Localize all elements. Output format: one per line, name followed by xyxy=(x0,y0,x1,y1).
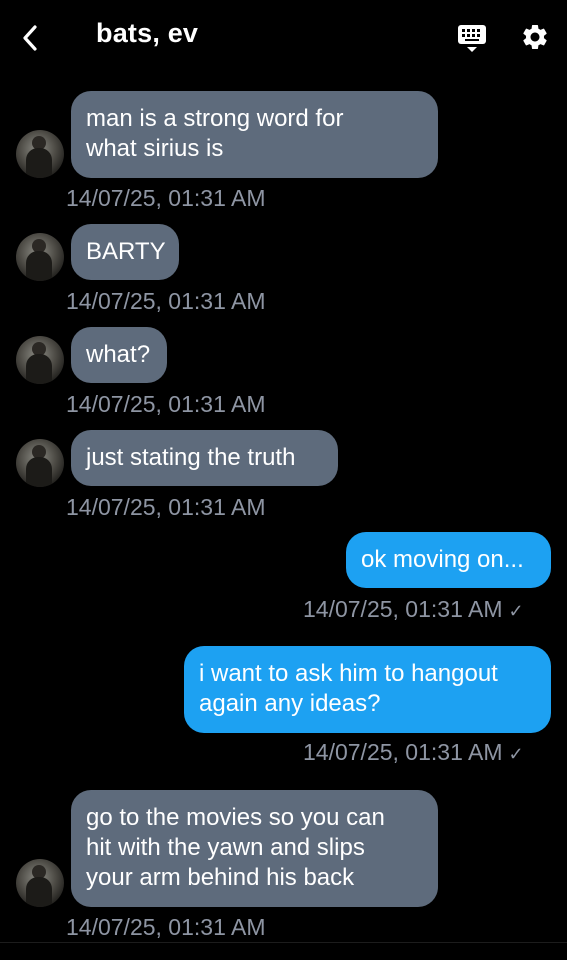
message-timestamp: 14/07/25, 01:31 AM xyxy=(66,185,266,211)
message-bubble[interactable]: what? xyxy=(71,327,167,383)
timestamp-text: 14/07/25, 01:31 AM xyxy=(303,596,503,622)
message-timestamp: 14/07/25, 01:31 AM xyxy=(66,391,266,417)
keyboard-button[interactable] xyxy=(456,22,488,54)
settings-button[interactable] xyxy=(520,22,550,52)
divider xyxy=(0,942,567,943)
message-bubble[interactable]: i want to ask him to hangout again any i… xyxy=(184,646,551,733)
message-bubble[interactable]: just stating the truth xyxy=(71,430,338,486)
delivered-check-icon: ✓ xyxy=(508,744,524,764)
avatar[interactable] xyxy=(16,336,64,384)
message-timestamp: 14/07/25, 01:31 AM xyxy=(66,494,266,520)
message-bubble[interactable]: ok moving on... xyxy=(346,532,551,588)
avatar[interactable] xyxy=(16,130,64,178)
chat-header: bats, ev xyxy=(0,0,567,76)
message-bubble[interactable]: man is a strong word for what sirius is xyxy=(71,91,438,178)
message-timestamp: 14/07/25, 01:31 AM xyxy=(66,288,266,314)
avatar[interactable] xyxy=(16,233,64,281)
message-timestamp: 14/07/25, 01:31 AM ✓ xyxy=(303,739,524,766)
keyboard-icon xyxy=(458,25,486,52)
chevron-left-icon xyxy=(23,25,37,51)
avatar[interactable] xyxy=(16,859,64,907)
gear-icon xyxy=(523,24,547,49)
back-button[interactable] xyxy=(14,20,46,56)
delivered-check-icon: ✓ xyxy=(508,601,524,621)
message-timestamp: 14/07/25, 01:31 AM xyxy=(66,914,266,940)
timestamp-text: 14/07/25, 01:31 AM xyxy=(303,739,503,765)
message-timestamp: 14/07/25, 01:31 AM ✓ xyxy=(303,596,524,623)
message-bubble[interactable]: go to the movies so you can hit with the… xyxy=(71,790,438,907)
chat-title: bats, ev xyxy=(96,18,199,48)
message-bubble[interactable]: BARTY xyxy=(71,224,179,280)
avatar[interactable] xyxy=(16,439,64,487)
